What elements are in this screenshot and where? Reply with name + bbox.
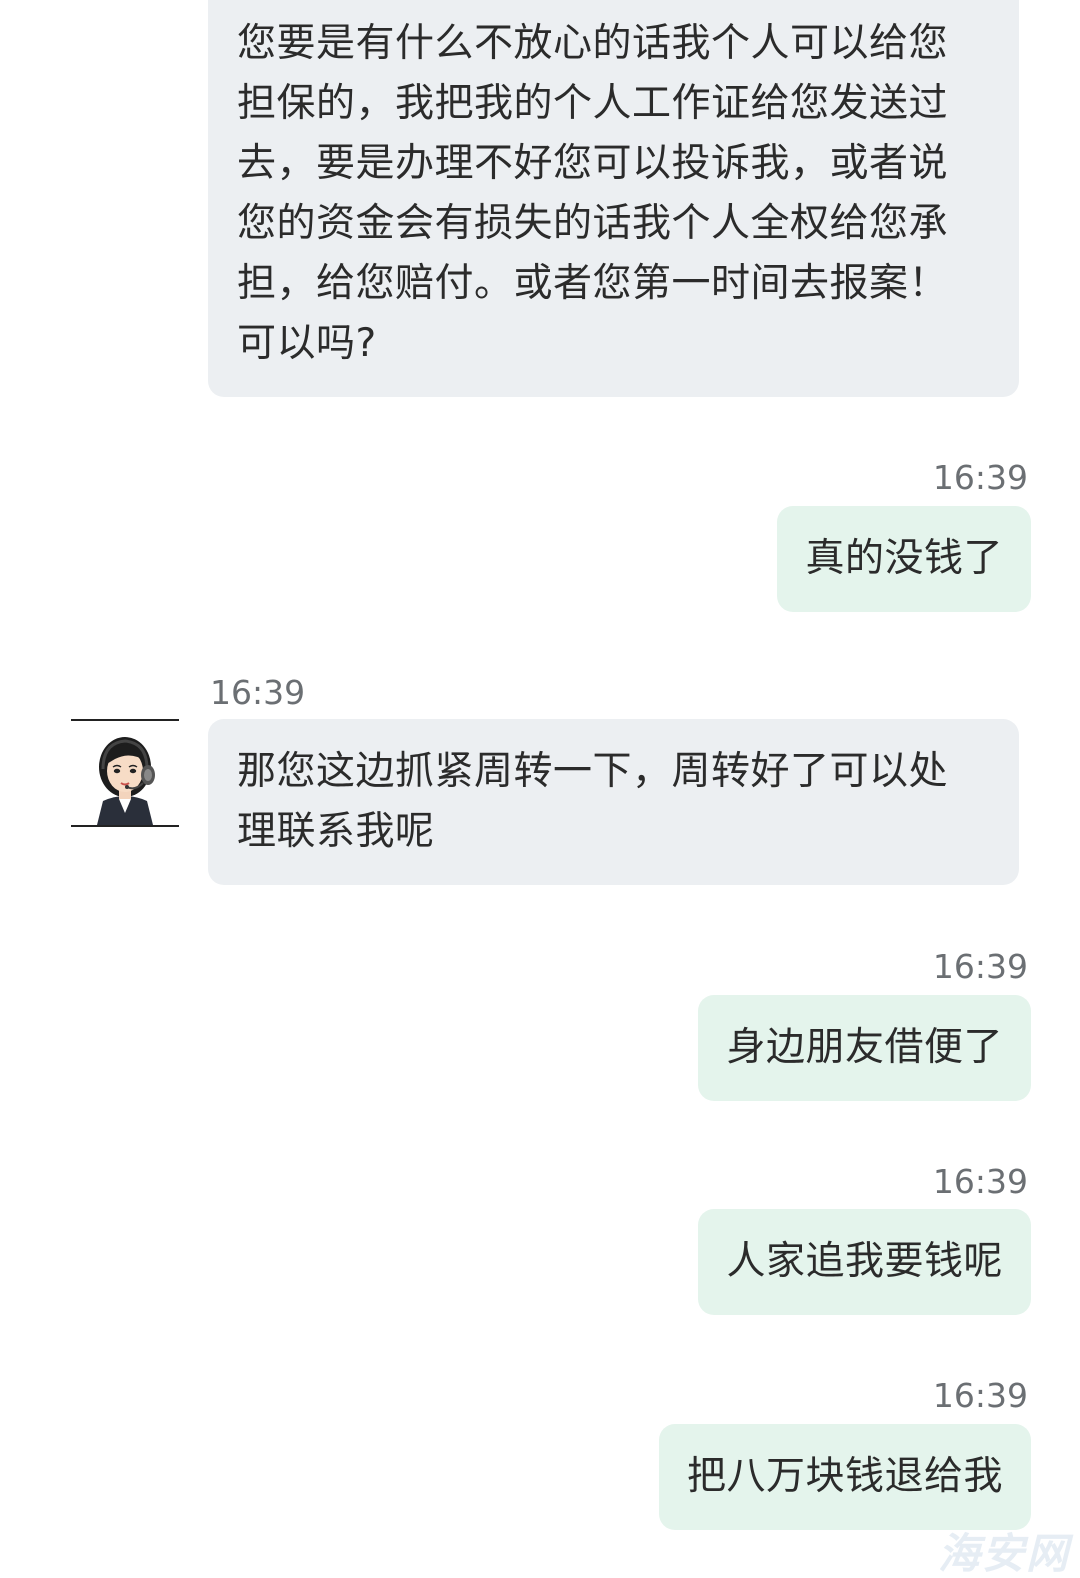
outgoing-message-bubble[interactable]: 人家追我要钱呢 [698, 1209, 1031, 1315]
message-text-line: 担，给您赔付。或者您第一时间去报案！ [237, 261, 949, 306]
outgoing-message-bubble[interactable]: 真的没钱了 [777, 506, 1031, 612]
message-text-line: 您的资金会有损失的话我个人全权给您承 [237, 201, 949, 246]
message-text-line: 去，要是办理不好您可以投诉我，或者说 [237, 141, 949, 186]
message-text-line: 人家追我要钱呢 [726, 1239, 1003, 1284]
message-text-line: 可以吗? [237, 321, 377, 366]
message-text-line: 真的没钱了 [805, 536, 1003, 581]
incoming-message-bubble[interactable]: 那您这边抓紧周转一下，周转好了可以处 理联系我呢 [208, 719, 1019, 885]
incoming-message-bubble[interactable]: 您要是有什么不放心的话我个人可以给您 担保的，我把我的个人工作证给您发送过 去，… [208, 0, 1019, 397]
message-timestamp: 16:39 [932, 1162, 1028, 1201]
message-text-line: 把八万块钱退给我 [686, 1454, 1003, 1499]
customer-service-agent-avatar-icon [97, 737, 155, 825]
message-timestamp: 16:39 [210, 673, 306, 712]
site-watermark: 海安网 [937, 1529, 1070, 1578]
outgoing-message-bubble[interactable]: 把八万块钱退给我 [658, 1424, 1031, 1530]
message-timestamp: 16:39 [932, 458, 1028, 497]
message-text-line: 理联系我呢 [237, 809, 435, 854]
agent-avatar[interactable] [71, 719, 179, 827]
message-timestamp: 16:39 [932, 947, 1028, 986]
message-text-line: 身边朋友借便了 [726, 1025, 1003, 1070]
message-timestamp: 16:39 [932, 1376, 1028, 1415]
message-text-line: 担保的，我把我的个人工作证给您发送过 [237, 81, 949, 126]
message-text-line: 那您这边抓紧周转一下，周转好了可以处 [237, 749, 949, 794]
message-text-line: 您要是有什么不放心的话我个人可以给您 [237, 21, 949, 66]
outgoing-message-bubble[interactable]: 身边朋友借便了 [698, 995, 1031, 1101]
